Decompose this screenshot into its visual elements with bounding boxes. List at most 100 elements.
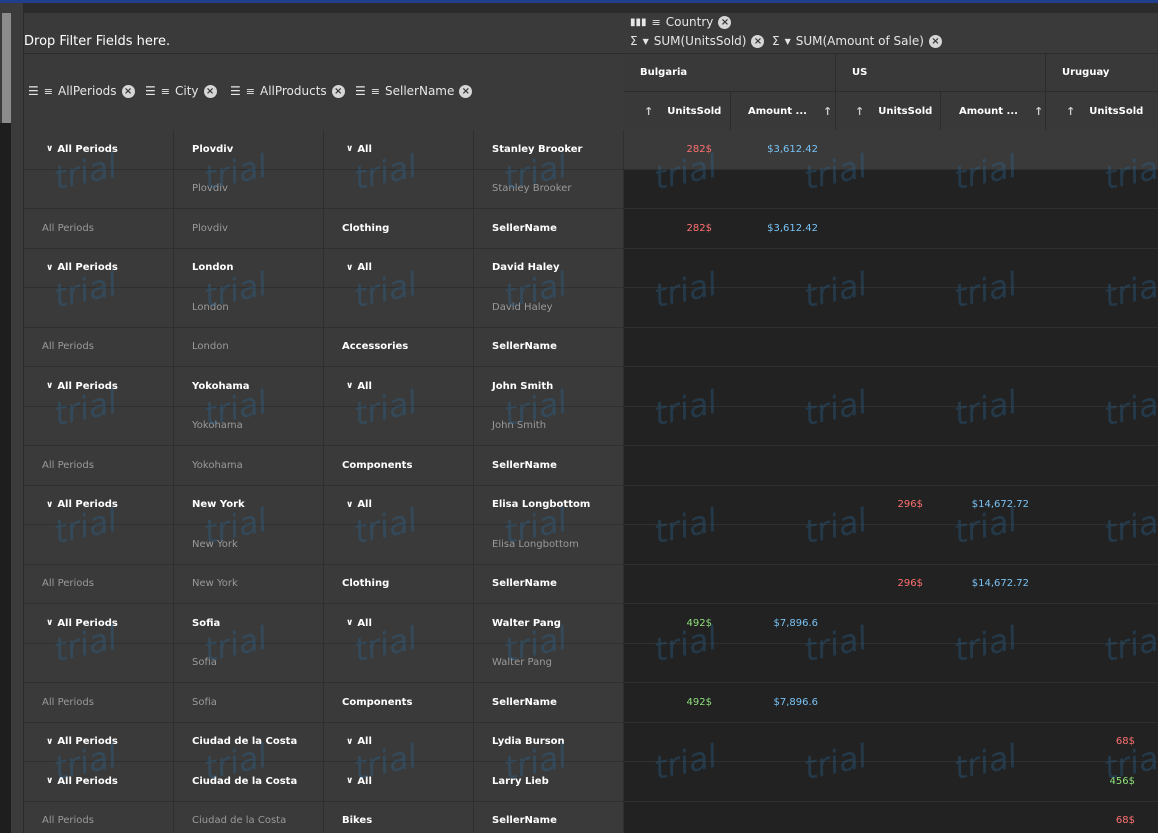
measure-header-uy-units[interactable]: ↑ UnitsSold xyxy=(1046,92,1158,131)
value-field-chip-amount[interactable]: Σ ▼ SUM(Amount of Sale) × xyxy=(772,34,942,48)
row-cell-period[interactable]: ∨ All Periods xyxy=(24,130,174,169)
chevron-down-icon[interactable]: ∨ xyxy=(346,500,353,510)
chevron-down-icon[interactable]: ∨ xyxy=(346,737,353,747)
row-cell-text: London xyxy=(192,262,234,274)
row-cell-seller: Larry Lieb xyxy=(474,762,624,801)
row-cell-text: Larry Lieb xyxy=(492,775,549,787)
sort-asc-icon[interactable]: ↑ xyxy=(855,105,864,118)
row-field-chip-allperiods[interactable]: ☰ ≡ AllPeriods × xyxy=(28,84,135,98)
value-cell-us-amount: $14,672.72 xyxy=(971,578,1029,590)
row-cell-period[interactable]: ∨ All Periods xyxy=(24,722,174,761)
chevron-down-icon[interactable]: ∨ xyxy=(46,618,53,628)
pivot-row: ∨ All Periods Ciudad de la Costa ∨ All Lydia … xyxy=(24,722,1158,762)
sort-asc-icon[interactable]: ↑ xyxy=(1034,105,1043,118)
column-field-zone[interactable]: ▮▮▮ ≡ Country × Σ ▼ SUM(UnitsSold) × Σ ▼… xyxy=(624,13,1158,53)
value-band xyxy=(624,525,1158,564)
row-field-chip-allproducts[interactable]: ☰ ≡ AllProducts × xyxy=(230,84,345,98)
row-cell-period[interactable]: ∨ All Periods xyxy=(24,485,174,524)
remove-field-icon[interactable]: × xyxy=(459,84,473,98)
row-cell-text: All Periods xyxy=(57,617,118,629)
row-field-label: City xyxy=(174,84,199,98)
remove-field-icon[interactable]: × xyxy=(203,84,217,98)
chevron-down-icon[interactable]: ∨ xyxy=(46,776,53,786)
row-cell-product[interactable]: ∨ All xyxy=(324,367,474,406)
chevron-down-icon[interactable]: ∨ xyxy=(46,381,53,391)
value-band xyxy=(624,169,1158,208)
drag-handle-icon[interactable]: ☰ xyxy=(355,84,366,98)
filter-icon[interactable]: ≡ xyxy=(44,85,53,98)
row-cell-period[interactable]: ∨ All Periods xyxy=(24,248,174,287)
filter-icon[interactable]: ≡ xyxy=(246,85,255,98)
row-cell-product[interactable]: ∨ All xyxy=(324,130,474,169)
filter-icon[interactable]: ≡ xyxy=(652,16,661,29)
remove-field-icon[interactable]: × xyxy=(751,34,765,48)
row-cell-product[interactable]: ∨ All xyxy=(324,248,474,287)
chevron-down-icon[interactable]: ∨ xyxy=(346,776,353,786)
country-header-us[interactable]: US xyxy=(836,54,1046,92)
value-band xyxy=(624,406,1158,445)
chevron-down-icon[interactable]: ∨ xyxy=(346,144,353,154)
row-cell-period[interactable]: ∨ All Periods xyxy=(24,367,174,406)
chevron-down-icon[interactable]: ∨ xyxy=(46,737,53,747)
sort-asc-icon[interactable]: ↑ xyxy=(1066,105,1075,118)
row-cell-text: All Periods xyxy=(57,143,118,155)
row-cell-city: Ciudad de la Costa xyxy=(174,801,324,833)
remove-field-icon[interactable]: × xyxy=(121,84,135,98)
row-cell-text: SellerName xyxy=(492,222,557,234)
row-cell-product: Accessories xyxy=(324,327,474,366)
value-cell-bg-amount: $3,612.42 xyxy=(767,143,818,155)
country-header-bulgaria[interactable]: Bulgaria xyxy=(624,54,836,92)
pivot-row: All Periods Plovdiv Clothing SellerName 282$… xyxy=(24,209,1158,249)
row-cell-text: SellerName xyxy=(492,341,557,353)
sort-asc-icon[interactable]: ↑ xyxy=(644,105,653,118)
value-field-chip-units[interactable]: Σ ▼ SUM(UnitsSold) × xyxy=(630,34,765,48)
scrollbar-track[interactable] xyxy=(0,123,11,833)
row-field-chip-sellername[interactable]: ☰ ≡ SellerName × xyxy=(355,84,473,98)
column-field-chip-country[interactable]: ▮▮▮ ≡ Country × xyxy=(630,15,732,29)
value-cell-bg-amount: $3,612.42 xyxy=(767,222,818,234)
remove-field-icon[interactable]: × xyxy=(331,84,345,98)
filter-icon[interactable]: ≡ xyxy=(371,85,380,98)
row-cell-product[interactable]: ∨ All xyxy=(324,722,474,761)
measure-header-bg-units[interactable]: ↑ UnitsSold xyxy=(624,92,731,131)
row-field-zone[interactable]: ☰ ≡ AllPeriods × ☰ ≡ City × ☰ ≡ AllProdu… xyxy=(24,53,624,130)
scrollbar-thumb[interactable] xyxy=(2,13,11,123)
row-cell-seller: SellerName xyxy=(474,327,624,366)
row-cell-text: All Periods xyxy=(57,775,118,787)
country-header-uruguay[interactable]: Uruguay xyxy=(1046,54,1158,92)
remove-field-icon[interactable]: × xyxy=(718,15,732,29)
dropdown-icon[interactable]: ▼ xyxy=(643,37,649,46)
measure-header-us-amount[interactable]: Amount ... ↑ xyxy=(941,92,1046,131)
row-cell-text: All Periods xyxy=(57,736,118,748)
dropdown-icon[interactable]: ▼ xyxy=(785,37,791,46)
chevron-down-icon[interactable]: ∨ xyxy=(46,144,53,154)
row-field-chip-city[interactable]: ☰ ≡ City × xyxy=(145,84,217,98)
chevron-down-icon[interactable]: ∨ xyxy=(346,263,353,273)
chevron-down-icon[interactable]: ∨ xyxy=(46,500,53,510)
pivot-row: Yokohama John Smith xyxy=(24,406,1158,446)
measure-header-us-units[interactable]: ↑ UnitsSold xyxy=(836,92,941,131)
filter-drop-zone[interactable]: Drop Filter Fields here. xyxy=(24,13,624,53)
row-cell-seller: SellerName xyxy=(474,683,624,722)
measure-header-bg-amount[interactable]: Amount ... ↑ xyxy=(731,92,836,131)
remove-field-icon[interactable]: × xyxy=(928,34,942,48)
sort-asc-icon[interactable]: ↑ xyxy=(823,105,832,118)
chevron-down-icon[interactable]: ∨ xyxy=(46,263,53,273)
row-cell-city: Plovdiv xyxy=(174,209,324,248)
vertical-scrollbar[interactable] xyxy=(0,3,24,833)
row-cell-period xyxy=(24,169,174,208)
row-cell-product[interactable]: ∨ All xyxy=(324,485,474,524)
row-cell-product[interactable]: ∨ All xyxy=(324,604,474,643)
row-cell-product[interactable]: ∨ All xyxy=(324,762,474,801)
drag-handle-icon[interactable]: ☰ xyxy=(145,84,156,98)
value-cell-bg-units: 282$ xyxy=(686,143,712,155)
chevron-down-icon[interactable]: ∨ xyxy=(346,381,353,391)
drag-handle-icon[interactable]: ☰ xyxy=(28,84,39,98)
filter-icon[interactable]: ≡ xyxy=(161,85,170,98)
chevron-down-icon[interactable]: ∨ xyxy=(346,618,353,628)
row-cell-text: Yokohama xyxy=(192,420,243,432)
sigma-icon: Σ xyxy=(772,34,780,48)
row-cell-period[interactable]: ∨ All Periods xyxy=(24,762,174,801)
row-cell-period[interactable]: ∨ All Periods xyxy=(24,604,174,643)
drag-handle-icon[interactable]: ☰ xyxy=(230,84,241,98)
